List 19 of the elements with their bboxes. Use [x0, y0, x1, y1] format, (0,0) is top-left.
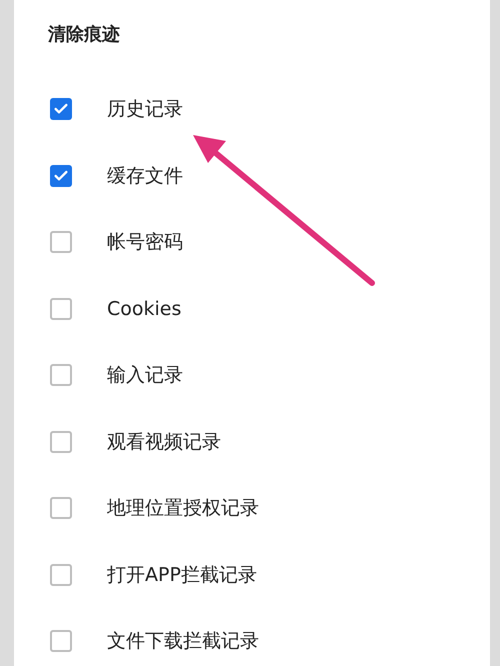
checkbox[interactable] [50, 564, 72, 586]
option-label: 帐号密码 [107, 230, 183, 255]
option-label: 输入记录 [107, 363, 183, 388]
checkbox[interactable] [50, 630, 72, 652]
option-label: Cookies [107, 296, 182, 322]
checkbox[interactable] [50, 164, 72, 187]
option-label: 历史记录 [107, 97, 183, 122]
checkbox[interactable] [50, 231, 72, 254]
checkbox[interactable] [50, 298, 72, 320]
option-label: 观看视频记录 [107, 430, 221, 454]
checkbox[interactable] [50, 98, 72, 120]
option-label: 地理位置授权记录 [107, 496, 259, 521]
checkbox[interactable] [50, 364, 72, 386]
checkbox[interactable] [50, 497, 72, 520]
option-label: 文件下载拦截记录 [107, 629, 259, 654]
option-label: 缓存文件 [107, 164, 183, 188]
dialog-title: 清除痕迹 [48, 23, 120, 47]
option-label: 打开APP拦截记录 [107, 562, 257, 588]
checkbox[interactable] [50, 430, 72, 453]
